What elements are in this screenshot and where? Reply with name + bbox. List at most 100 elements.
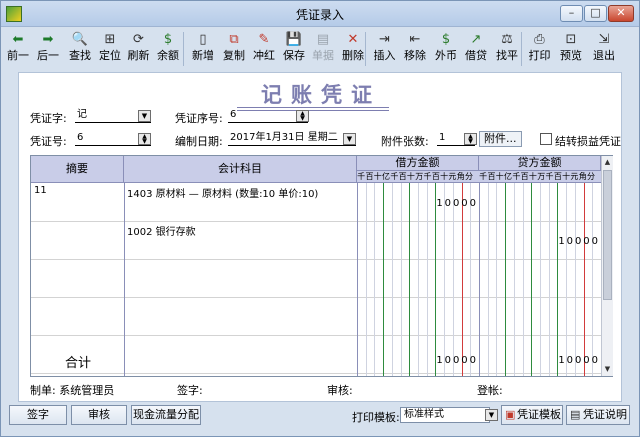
digit-column-line <box>583 183 585 376</box>
spin-icon[interactable]: ▲ ▼ <box>296 110 309 122</box>
document-label: 单据 <box>312 49 334 62</box>
toolbar-separator <box>183 32 184 66</box>
document-button[interactable]: ▤ 单据 <box>308 29 338 69</box>
chevron-down-icon[interactable]: ▼ <box>138 110 151 122</box>
borrow-credit-label: 借贷 <box>465 49 487 62</box>
refresh-button[interactable]: ⟳ 刷新 <box>124 29 153 69</box>
digit-column-line <box>566 183 568 376</box>
digit-header-cell: 十 <box>373 172 382 181</box>
chevron-down-icon[interactable]: ▼ <box>485 409 498 421</box>
sign-button[interactable]: 签字 <box>9 405 67 425</box>
digit-column-line <box>444 183 446 376</box>
find-icon: 🔍 <box>71 32 89 47</box>
digit-column-line <box>540 183 541 376</box>
spin-icon[interactable]: ▲ ▼ <box>138 133 151 145</box>
debit-digit-header: 千百十亿千百十万千百十元角分 <box>357 171 479 183</box>
voucher-word-label: 凭证字: <box>30 112 67 125</box>
scroll-up-icon[interactable]: ▲ <box>602 156 613 168</box>
scroll-thumb[interactable] <box>603 170 612 300</box>
preview-button[interactable]: ⊡ 预览 <box>556 29 586 69</box>
delete-button[interactable]: ✕ 删除 <box>338 29 368 69</box>
voucher-number-label: 凭证号: <box>30 135 67 148</box>
next-label: 后一 <box>37 49 59 62</box>
digit-header-cell: 万 <box>415 172 424 181</box>
exit-button[interactable]: ⇲ 退出 <box>589 29 619 69</box>
window-title: 凭证录入 <box>295 8 344 22</box>
carry-profit-checkbox[interactable] <box>540 133 552 145</box>
foreign-currency-label: 外币 <box>435 49 457 62</box>
balance-even-button[interactable]: ⚖ 找平 <box>491 29 523 69</box>
digit-column-line <box>531 183 533 376</box>
voucher-template-button[interactable]: ▣ 凭证模板 <box>501 405 563 425</box>
column-divider <box>357 183 358 376</box>
exit-icon: ⇲ <box>598 32 610 47</box>
digit-header-cell: 分 <box>465 172 473 181</box>
foreign-currency-button[interactable]: $ 外币 <box>431 29 461 69</box>
debit-header: 借方金额 <box>357 156 479 171</box>
copy-icon: ⧉ <box>229 32 239 47</box>
spin-icon[interactable]: ▲ ▼ <box>464 133 477 145</box>
prev-button[interactable]: ⬅ 前一 <box>3 29 33 69</box>
chevron-down-icon[interactable]: ▼ <box>343 133 356 145</box>
digit-header-cell: 十 <box>406 172 415 181</box>
balance-icon: $ <box>163 32 173 47</box>
audit-label: 审核: <box>327 384 353 397</box>
toolbar-separator <box>365 32 366 66</box>
borrow-credit-button[interactable]: ↗ 借贷 <box>461 29 491 69</box>
toolbar-separator <box>521 32 522 66</box>
row-divider <box>31 297 601 298</box>
voucher-entry-window: 凭证录入 – □ ✕ ⬅ 前一 ➡ 后一 🔍 查找 ⊞ 定位 ⟳ 刷新 $ 余额 ▯ 新增 ⧉ 复制 ✎ 冲红 💾 保… <box>0 0 640 437</box>
delete-icon: ✕ <box>347 32 359 47</box>
save-button[interactable]: 💾 保存 <box>279 29 309 69</box>
date-picker[interactable]: 2017年1月31日 星期二 <box>228 131 356 146</box>
summary-cell[interactable]: 11 <box>34 185 47 196</box>
print-button[interactable]: ⎙ 打印 <box>524 29 555 69</box>
digit-header-cell: 元 <box>570 172 579 181</box>
refresh-label: 刷新 <box>127 49 150 62</box>
balance-button[interactable]: $ 余额 <box>153 29 183 69</box>
maximize-button[interactable]: □ <box>584 5 607 22</box>
insert-button[interactable]: ⇥ 插入 <box>369 29 400 69</box>
preview-label: 预览 <box>560 49 582 62</box>
vertical-scrollbar[interactable]: ▲ ▼ <box>601 156 613 376</box>
print-template-select[interactable]: 标准样式 <box>400 407 490 423</box>
digit-header-cell: 亿 <box>504 172 513 181</box>
close-button[interactable]: ✕ <box>608 5 634 22</box>
total-debit-amount: 10000 <box>436 355 476 366</box>
digit-header-cell: 千 <box>479 172 488 181</box>
digit-column-line <box>426 183 428 376</box>
template-icon: ▣ <box>505 408 516 421</box>
row-divider <box>31 335 601 336</box>
audit-button[interactable]: 审核 <box>71 405 127 425</box>
account-cell[interactable]: 1002 银行存款 <box>127 223 196 238</box>
scroll-down-icon[interactable]: ▼ <box>602 363 613 375</box>
find-button[interactable]: 🔍 查找 <box>65 29 95 69</box>
locate-button[interactable]: ⊞ 定位 <box>95 29 125 69</box>
date-label: 编制日期: <box>175 135 223 148</box>
remove-button[interactable]: ⇤ 移除 <box>400 29 430 69</box>
digit-column-line <box>391 183 393 376</box>
insert-icon: ⇥ <box>379 32 390 47</box>
borrow-credit-icon: ↗ <box>470 32 482 47</box>
cashflow-button[interactable]: 现金流量分配 <box>131 405 201 425</box>
digit-column-line <box>374 183 376 376</box>
account-cell[interactable]: 1403 原材料 — 原材料 (数量:10 单价:10) <box>127 185 318 200</box>
reverse-button[interactable]: ✎ 冲红 <box>249 29 279 69</box>
new-button[interactable]: ▯ 新增 <box>188 29 218 69</box>
digit-column-line <box>365 183 367 376</box>
next-button[interactable]: ➡ 后一 <box>33 29 63 69</box>
credit-amount: 10000 <box>558 236 598 247</box>
digit-header-cell: 角 <box>456 172 465 181</box>
minimize-button[interactable]: – <box>560 5 583 22</box>
print-template-label: 打印模板: <box>352 411 400 424</box>
insert-label: 插入 <box>373 49 396 62</box>
digit-header-cell: 千 <box>390 172 399 181</box>
voucher-help-button[interactable]: ▤ 凭证说明 <box>566 405 630 425</box>
title-bar[interactable]: 凭证录入 – □ ✕ <box>1 1 639 27</box>
attach-button[interactable]: 附件... <box>479 131 522 147</box>
copy-button[interactable]: ⧉ 复制 <box>219 29 249 69</box>
voucher-entry-grid: 摘要 会计科目 借方金额 贷方金额 千百十亿千百十万千百十元角分 千百十亿千百十… <box>30 155 613 377</box>
digit-header-cell: 千 <box>357 172 366 181</box>
digit-header-cell: 万 <box>537 172 546 181</box>
digit-header-cell: 千 <box>545 172 554 181</box>
